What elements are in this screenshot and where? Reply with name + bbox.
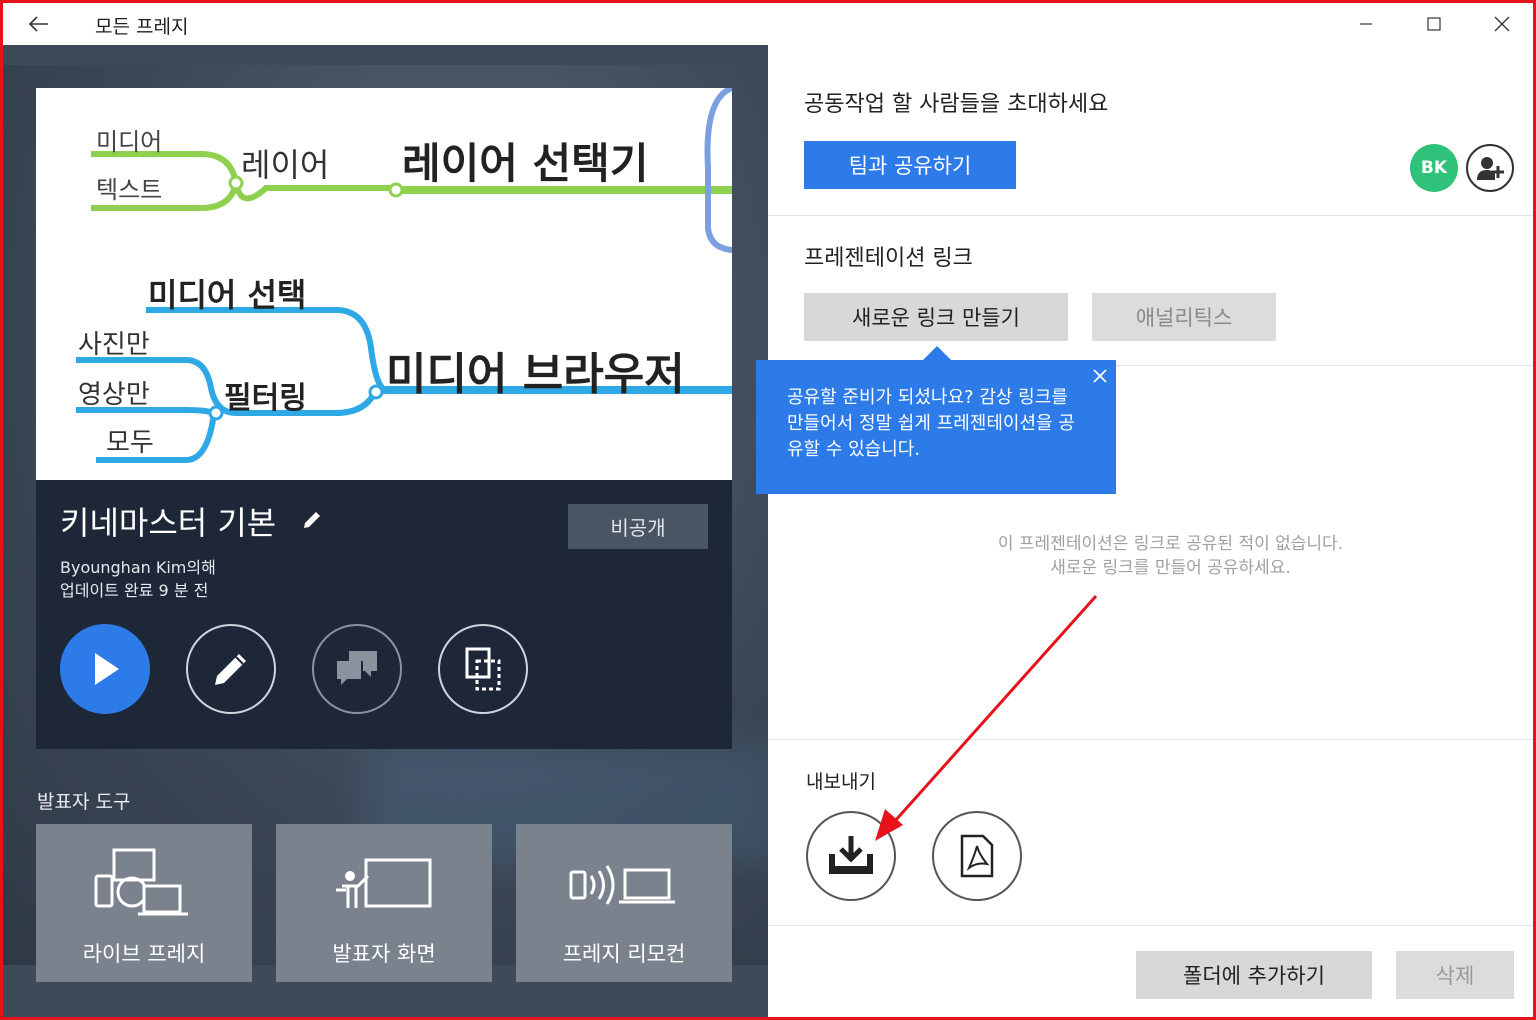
app-window: 모든 프레지 미디어 텍스트 레이어 레이어 선택기 미디어 선택 사진만 영상… [0,0,1536,1020]
tool-label: 발표자 화면 [332,942,436,966]
arrow-left-icon [29,16,48,32]
close-button[interactable] [1479,7,1525,41]
node-media: 미디어 [96,128,163,156]
present-button[interactable] [60,624,150,714]
tool-label: 라이브 프레지 [82,942,206,966]
pencil-icon [304,512,320,528]
node-text: 텍스트 [96,176,163,204]
edit-button[interactable] [186,624,276,714]
tool-label: 프레지 리모컨 [562,942,686,966]
presentation-title: 키네마스터 기본 [60,504,277,542]
delete-button[interactable]: 삭제 [1396,951,1514,999]
tooltip-text: 공유할 준비가 되셨나요? 감상 링크를 만들어서 정말 쉽게 프레젠테이션을 … [787,387,1075,460]
tool-live-prezi[interactable]: 라이브 프레지 [36,824,252,982]
maximize-icon [1427,17,1441,31]
node-layer: 레이어 [241,146,330,184]
presenter-tools-label: 발표자 도구 [37,791,131,813]
pdf-icon [960,834,994,878]
share-panel: 공동작업 할 사람들을 초대하세요 팀과 공유하기 BK 프레젠테이션 링크 새… [756,45,1533,1017]
tool-presenter-view[interactable]: 발표자 화면 [276,824,492,982]
copy-button[interactable] [438,624,528,714]
window-title: 모든 프레지 [95,16,189,38]
node-media-browser: 미디어 브라우저 [386,349,685,400]
node-layer-selector: 레이어 선택기 [402,139,649,188]
add-user-icon [1477,157,1504,180]
export-pdf-button[interactable] [932,811,1022,901]
divider [768,925,1533,926]
presentation-thumbnail[interactable]: 미디어 텍스트 레이어 레이어 선택기 미디어 선택 사진만 영상만 모두 필터… [36,88,732,480]
privacy-toggle-button[interactable]: 비공개 [568,504,708,549]
owner-text: Byounghan Kim의해 [60,558,216,577]
add-collaborator-button[interactable] [1466,144,1514,192]
play-icon [95,653,119,685]
node-video-only: 영상만 [78,380,150,410]
node-media-select: 미디어 선택 [148,276,307,314]
tool-prezi-remote[interactable]: 프레지 리모컨 [516,824,732,982]
analytics-button[interactable]: 애널리틱스 [1092,293,1276,341]
download-icon [829,836,873,874]
back-button[interactable] [21,9,57,39]
tooltip-close-button[interactable] [1088,364,1112,388]
maximize-button[interactable] [1411,7,1457,41]
minimize-icon [1360,23,1372,25]
close-icon [1093,369,1107,383]
create-link-button[interactable]: 새로운 링크 만들기 [804,293,1068,341]
divider [768,215,1533,216]
edit-title-button[interactable] [300,508,324,532]
copy-icon [465,647,501,691]
remote-icon [569,865,675,905]
presenter-view-icon [336,858,432,908]
pencil-icon [215,654,246,685]
node-filtering: 필터링 [224,381,307,416]
share-with-team-button[interactable]: 팀과 공유하기 [804,141,1016,189]
divider [768,739,1533,740]
title-bar: 모든 프레지 [3,3,1533,45]
invite-title: 공동작업 할 사람들을 초대하세요 [804,92,1109,117]
comments-button[interactable] [312,624,402,714]
empty-links-message: 이 프레젠테이션은 링크로 공유된 적이 없습니다. [997,534,1344,554]
empty-links-hint: 새로운 링크를 만들어 공유하세요. [1050,558,1291,578]
comments-icon [337,651,377,685]
export-download-button[interactable] [806,811,896,901]
links-title: 프레젠테이션 링크 [804,246,973,271]
live-prezi-icon [94,848,188,916]
node-photo-only: 사진만 [78,330,150,360]
add-to-folder-button[interactable]: 폴더에 추가하기 [1136,951,1372,999]
node-all: 모두 [106,428,154,458]
export-title: 내보내기 [806,771,876,793]
presentation-panel: 미디어 텍스트 레이어 레이어 선택기 미디어 선택 사진만 영상만 모두 필터… [3,45,768,1017]
close-icon [1494,16,1510,32]
avatar[interactable]: BK [1410,144,1458,192]
minimize-button[interactable] [1343,7,1389,41]
presentation-info-card: 키네마스터 기본 비공개 Byounghan Kim의해 업데이트 완료 9 분… [36,480,732,749]
updated-text: 업데이트 완료 9 분 전 [60,581,209,600]
create-link-tooltip: 공유할 준비가 되셨나요? 감상 링크를 만들어서 정말 쉽게 프레젠테이션을 … [756,346,1116,494]
